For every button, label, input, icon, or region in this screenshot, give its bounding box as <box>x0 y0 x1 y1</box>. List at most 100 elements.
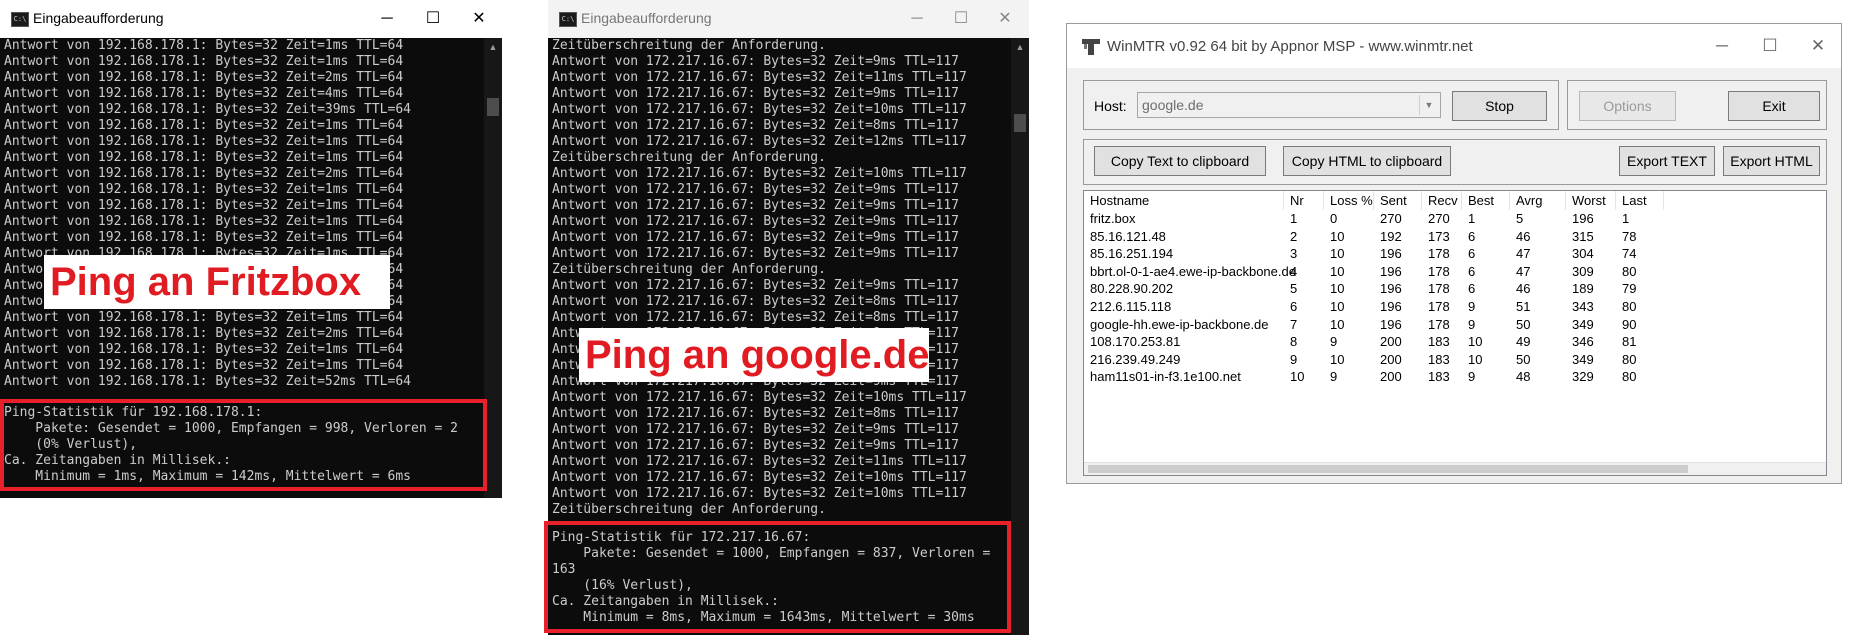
console-output[interactable]: Zeitüberschreitung der Anforderung. Antwo… <box>552 38 1009 518</box>
table-cell: 50 <box>1516 351 1531 367</box>
console-line: Antwort von 172.217.16.67: Bytes=32 Zeit… <box>552 86 959 101</box>
table-row[interactable]: google-hh.ewe-ip-backbone.de 7 10 196 178 9 50… <box>1084 316 1826 333</box>
window-title: WinMTR v0.92 64 bit by Appnor MSP - www.… <box>1107 38 1473 55</box>
table-cell: 9 <box>1468 369 1476 385</box>
maximize-button[interactable]: ☐ <box>1745 31 1795 61</box>
table-cell: 183 <box>1428 351 1450 367</box>
table-cell: 50 <box>1516 316 1531 332</box>
scroll-up-icon[interactable]: ▲ <box>1011 38 1029 56</box>
table-cell: 5 <box>1516 211 1524 226</box>
minimize-button[interactable]: ─ <box>1697 31 1747 61</box>
stop-button[interactable]: Stop <box>1452 91 1547 121</box>
console-line: Antwort von 172.217.16.67: Bytes=32 Zeit… <box>552 102 967 117</box>
console-line: Antwort von 192.168.178.1: Bytes=32 Zeit… <box>4 102 411 117</box>
console-line: Antwort von 172.217.16.67: Bytes=32 Zeit… <box>552 230 959 245</box>
table-cell: 6 <box>1468 263 1476 279</box>
options-button[interactable]: Options <box>1579 91 1676 121</box>
minimize-button[interactable]: ─ <box>364 4 410 34</box>
copy-html-button[interactable]: Copy HTML to clipboard <box>1283 146 1451 176</box>
cmd-window-fritzbox: C:\ Eingabeaufforderung ─ ☐ ✕ Antwort vo… <box>0 0 502 498</box>
close-button[interactable]: ✕ <box>1793 31 1843 61</box>
console-icon: C:\ <box>559 12 577 27</box>
chevron-down-icon[interactable]: ▼ <box>1419 95 1438 115</box>
winmtr-titlebar[interactable]: WinMTR v0.92 64 bit by Appnor MSP - www.… <box>1067 24 1841 68</box>
console-icon: C:\ <box>11 12 29 27</box>
console-line: Antwort von 172.217.16.67: Bytes=32 Zeit… <box>552 422 959 437</box>
table-cell: 10 <box>1468 351 1483 367</box>
scrollbar-thumb[interactable] <box>1088 465 1688 473</box>
table-cell: 81 <box>1622 334 1637 350</box>
table-row[interactable]: 108.170.253.81 8 9 200 183 10 49 346 81 <box>1084 333 1826 350</box>
close-button[interactable]: ✕ <box>982 4 1028 34</box>
exit-button[interactable]: Exit <box>1728 91 1820 121</box>
winmtr-logo-icon <box>1082 39 1100 55</box>
table-cell: 7 <box>1290 316 1298 332</box>
column-header[interactable]: Worst <box>1566 191 1616 210</box>
table-cell: 1 <box>1622 211 1630 226</box>
host-label: Host: <box>1094 98 1127 114</box>
column-header[interactable]: Hostname <box>1084 191 1284 210</box>
table-cell: 3 <box>1290 246 1298 262</box>
table-cell: 178 <box>1428 246 1450 262</box>
console-line: Pakete: Gesendet = 1000, Empfangen = 837… <box>552 546 991 561</box>
cmd-titlebar[interactable]: C:\ Eingabeaufforderung ─ ☐ ✕ <box>548 0 1029 38</box>
copy-text-button[interactable]: Copy Text to clipboard <box>1094 146 1266 176</box>
close-button[interactable]: ✕ <box>456 4 502 34</box>
table-cell: google-hh.ewe-ip-backbone.de <box>1090 316 1269 332</box>
console-line: Antwort von 192.168.178.1: Bytes=32 Zeit… <box>4 118 404 133</box>
minimize-button[interactable]: ─ <box>894 4 940 34</box>
table-cell: 10 <box>1468 334 1483 350</box>
scrollbar-thumb[interactable] <box>1014 114 1026 132</box>
console-line: Antwort von 172.217.16.67: Bytes=32 Zeit… <box>552 182 959 197</box>
table-row[interactable]: 212.6.115.118 6 10 196 178 9 51 343 80 <box>1084 298 1826 315</box>
console-line: Antwort von 172.217.16.67: Bytes=32 Zeit… <box>552 470 967 485</box>
console-line: Antwort von 192.168.178.1: Bytes=32 Zeit… <box>4 54 404 69</box>
table-row[interactable]: 85.16.121.48 2 10 192 173 6 46 315 78 <box>1084 228 1826 245</box>
export-text-button[interactable]: Export TEXT <box>1619 146 1715 176</box>
table-cell: 46 <box>1516 281 1531 297</box>
scrollbar-thumb[interactable] <box>487 98 499 116</box>
console-line: Antwort von 172.217.16.67: Bytes=32 Zeit… <box>552 54 959 69</box>
console-line: Antwort von 172.217.16.67: Bytes=32 Zeit… <box>552 134 967 149</box>
column-header[interactable]: Recv <box>1422 191 1462 210</box>
table-row[interactable]: 216.239.49.249 9 10 200 183 10 50 349 80 <box>1084 351 1826 368</box>
column-header[interactable]: Loss % <box>1324 191 1374 210</box>
table-cell: 10 <box>1330 299 1345 314</box>
maximize-button[interactable]: ☐ <box>938 4 984 34</box>
maximize-button[interactable]: ☐ <box>410 4 456 34</box>
column-header[interactable]: Sent <box>1374 191 1422 210</box>
console-output[interactable]: Antwort von 192.168.178.1: Bytes=32 Zeit… <box>4 38 482 390</box>
column-header[interactable]: Best <box>1462 191 1510 210</box>
table-row[interactable]: ham11s01-in-f3.1e100.net 10 9 200 183 9 48 329 8… <box>1084 368 1826 385</box>
table-cell: 9 <box>1468 299 1476 314</box>
table-row[interactable]: fritz.box 1 0 270 270 1 5 196 1 <box>1084 210 1826 227</box>
table-cell: 349 <box>1572 351 1594 367</box>
table-cell: 90 <box>1622 316 1637 332</box>
console-line: Ca. Zeitangaben in Millisek.: <box>4 453 231 468</box>
horizontal-scrollbar[interactable] <box>1084 462 1826 475</box>
table-cell: 196 <box>1380 299 1402 314</box>
vertical-scrollbar[interactable]: ▲ <box>1011 38 1029 635</box>
overlay-label: Ping an Fritzbox <box>44 255 390 309</box>
table-cell: 270 <box>1380 211 1402 226</box>
host-input[interactable]: google.de ▼ <box>1137 92 1441 118</box>
table-cell: 47 <box>1516 246 1531 262</box>
column-header[interactable]: Last <box>1616 191 1664 210</box>
table-cell: 196 <box>1380 263 1402 279</box>
table-cell: 178 <box>1428 263 1450 279</box>
table-row[interactable]: bbrt.ol-0-1-ae4.ewe-ip-backbone.de 4 10 196… <box>1084 263 1826 280</box>
console-line: Antwort von 172.217.16.67: Bytes=32 Zeit… <box>552 294 959 309</box>
table-row[interactable]: 80.228.90.202 5 10 196 178 6 46 189 79 <box>1084 280 1826 297</box>
column-header[interactable]: Nr <box>1284 191 1324 210</box>
trace-table[interactable]: Hostname Nr Loss % Sent Recv Best Avrg Worst Las… <box>1083 190 1827 476</box>
table-row[interactable]: 85.16.251.194 3 10 196 178 6 47 304 74 <box>1084 245 1826 262</box>
console-line: Antwort von 172.217.16.67: Bytes=32 Zeit… <box>552 198 959 213</box>
scroll-up-icon[interactable]: ▲ <box>484 38 502 56</box>
table-cell: 315 <box>1572 228 1594 244</box>
console-line: Antwort von 172.217.16.67: Bytes=32 Zeit… <box>552 486 967 501</box>
column-header[interactable]: Avrg <box>1510 191 1566 210</box>
console-line: Antwort von 172.217.16.67: Bytes=32 Zeit… <box>552 406 959 421</box>
cmd-titlebar[interactable]: C:\ Eingabeaufforderung ─ ☐ ✕ <box>0 0 502 38</box>
export-html-button[interactable]: Export HTML <box>1723 146 1820 176</box>
table-cell: 0 <box>1330 211 1338 226</box>
